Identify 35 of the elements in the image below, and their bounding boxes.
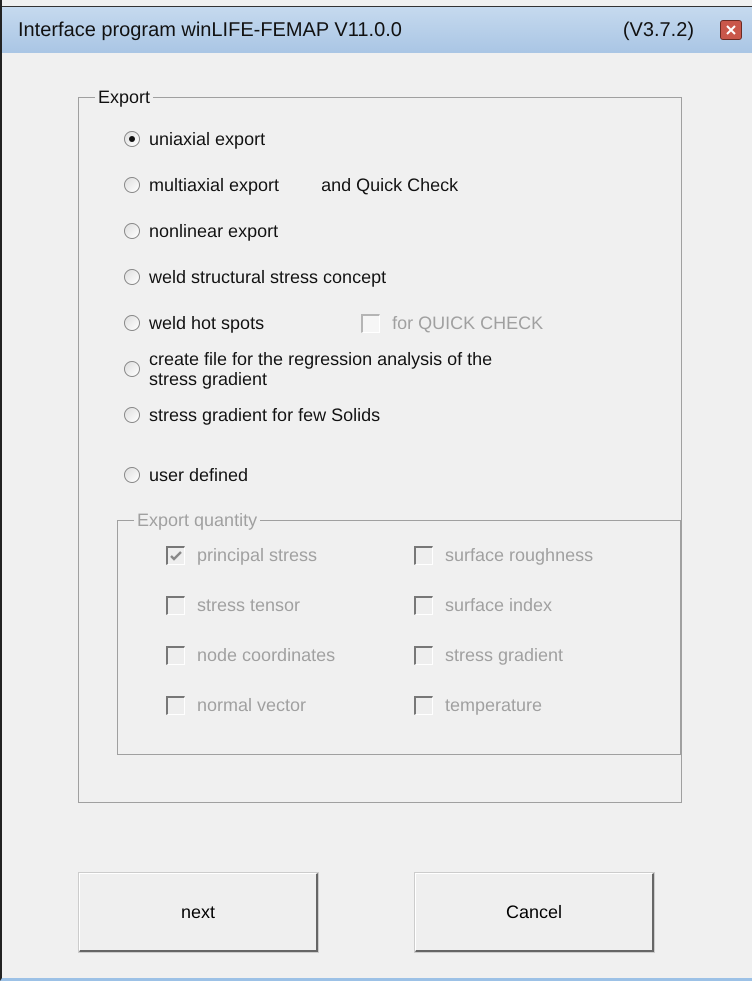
version-label: (V3.7.2): [622, 18, 694, 42]
checkbox-label: principal stress: [197, 544, 318, 566]
radio-button[interactable]: [124, 315, 140, 331]
checkbox-label: stress gradient: [445, 644, 564, 666]
checkbox-label: surface roughness: [445, 544, 594, 566]
radio-button[interactable]: [124, 223, 140, 239]
checkbox-label: temperature: [445, 694, 542, 716]
option-label: multiaxial export: [149, 175, 280, 195]
checkbox-label: normal vector: [197, 694, 306, 716]
radio-button[interactable]: [124, 407, 140, 423]
option-note: and Quick Check: [321, 174, 458, 196]
option-label: weld hot spots: [149, 313, 264, 333]
checkbox-label: node coordinates: [197, 644, 336, 666]
group-title: Export: [97, 87, 152, 108]
check-icon: [169, 548, 183, 562]
radio-button[interactable]: [124, 467, 140, 483]
cancel-button[interactable]: Cancel: [415, 873, 654, 952]
option-label: uniaxial export: [149, 129, 266, 149]
radio-button[interactable]: [124, 177, 140, 193]
window-title: Interface program winLIFE-FEMAP V11.0.0: [18, 18, 403, 42]
radio-button[interactable]: [124, 131, 140, 147]
option-label: nonlinear export: [149, 221, 278, 241]
close-button[interactable]: [720, 20, 742, 40]
checkbox-label: surface index: [445, 594, 552, 616]
option-label: create file for the regression analysis of the stress gradient: [149, 349, 494, 389]
group-title: Export quantity: [136, 510, 258, 531]
close-icon: [726, 25, 736, 35]
option-label: stress gradient for few Solids: [149, 405, 380, 425]
radio-button[interactable]: [124, 269, 140, 285]
option-label: user defined: [149, 465, 248, 485]
option-label: weld structural stress concept: [149, 267, 386, 287]
checkbox-label: for QUICK CHECK: [392, 312, 544, 334]
checkbox-label: stress tensor: [197, 594, 300, 616]
next-button[interactable]: next: [79, 873, 318, 952]
radio-button[interactable]: [124, 361, 140, 377]
